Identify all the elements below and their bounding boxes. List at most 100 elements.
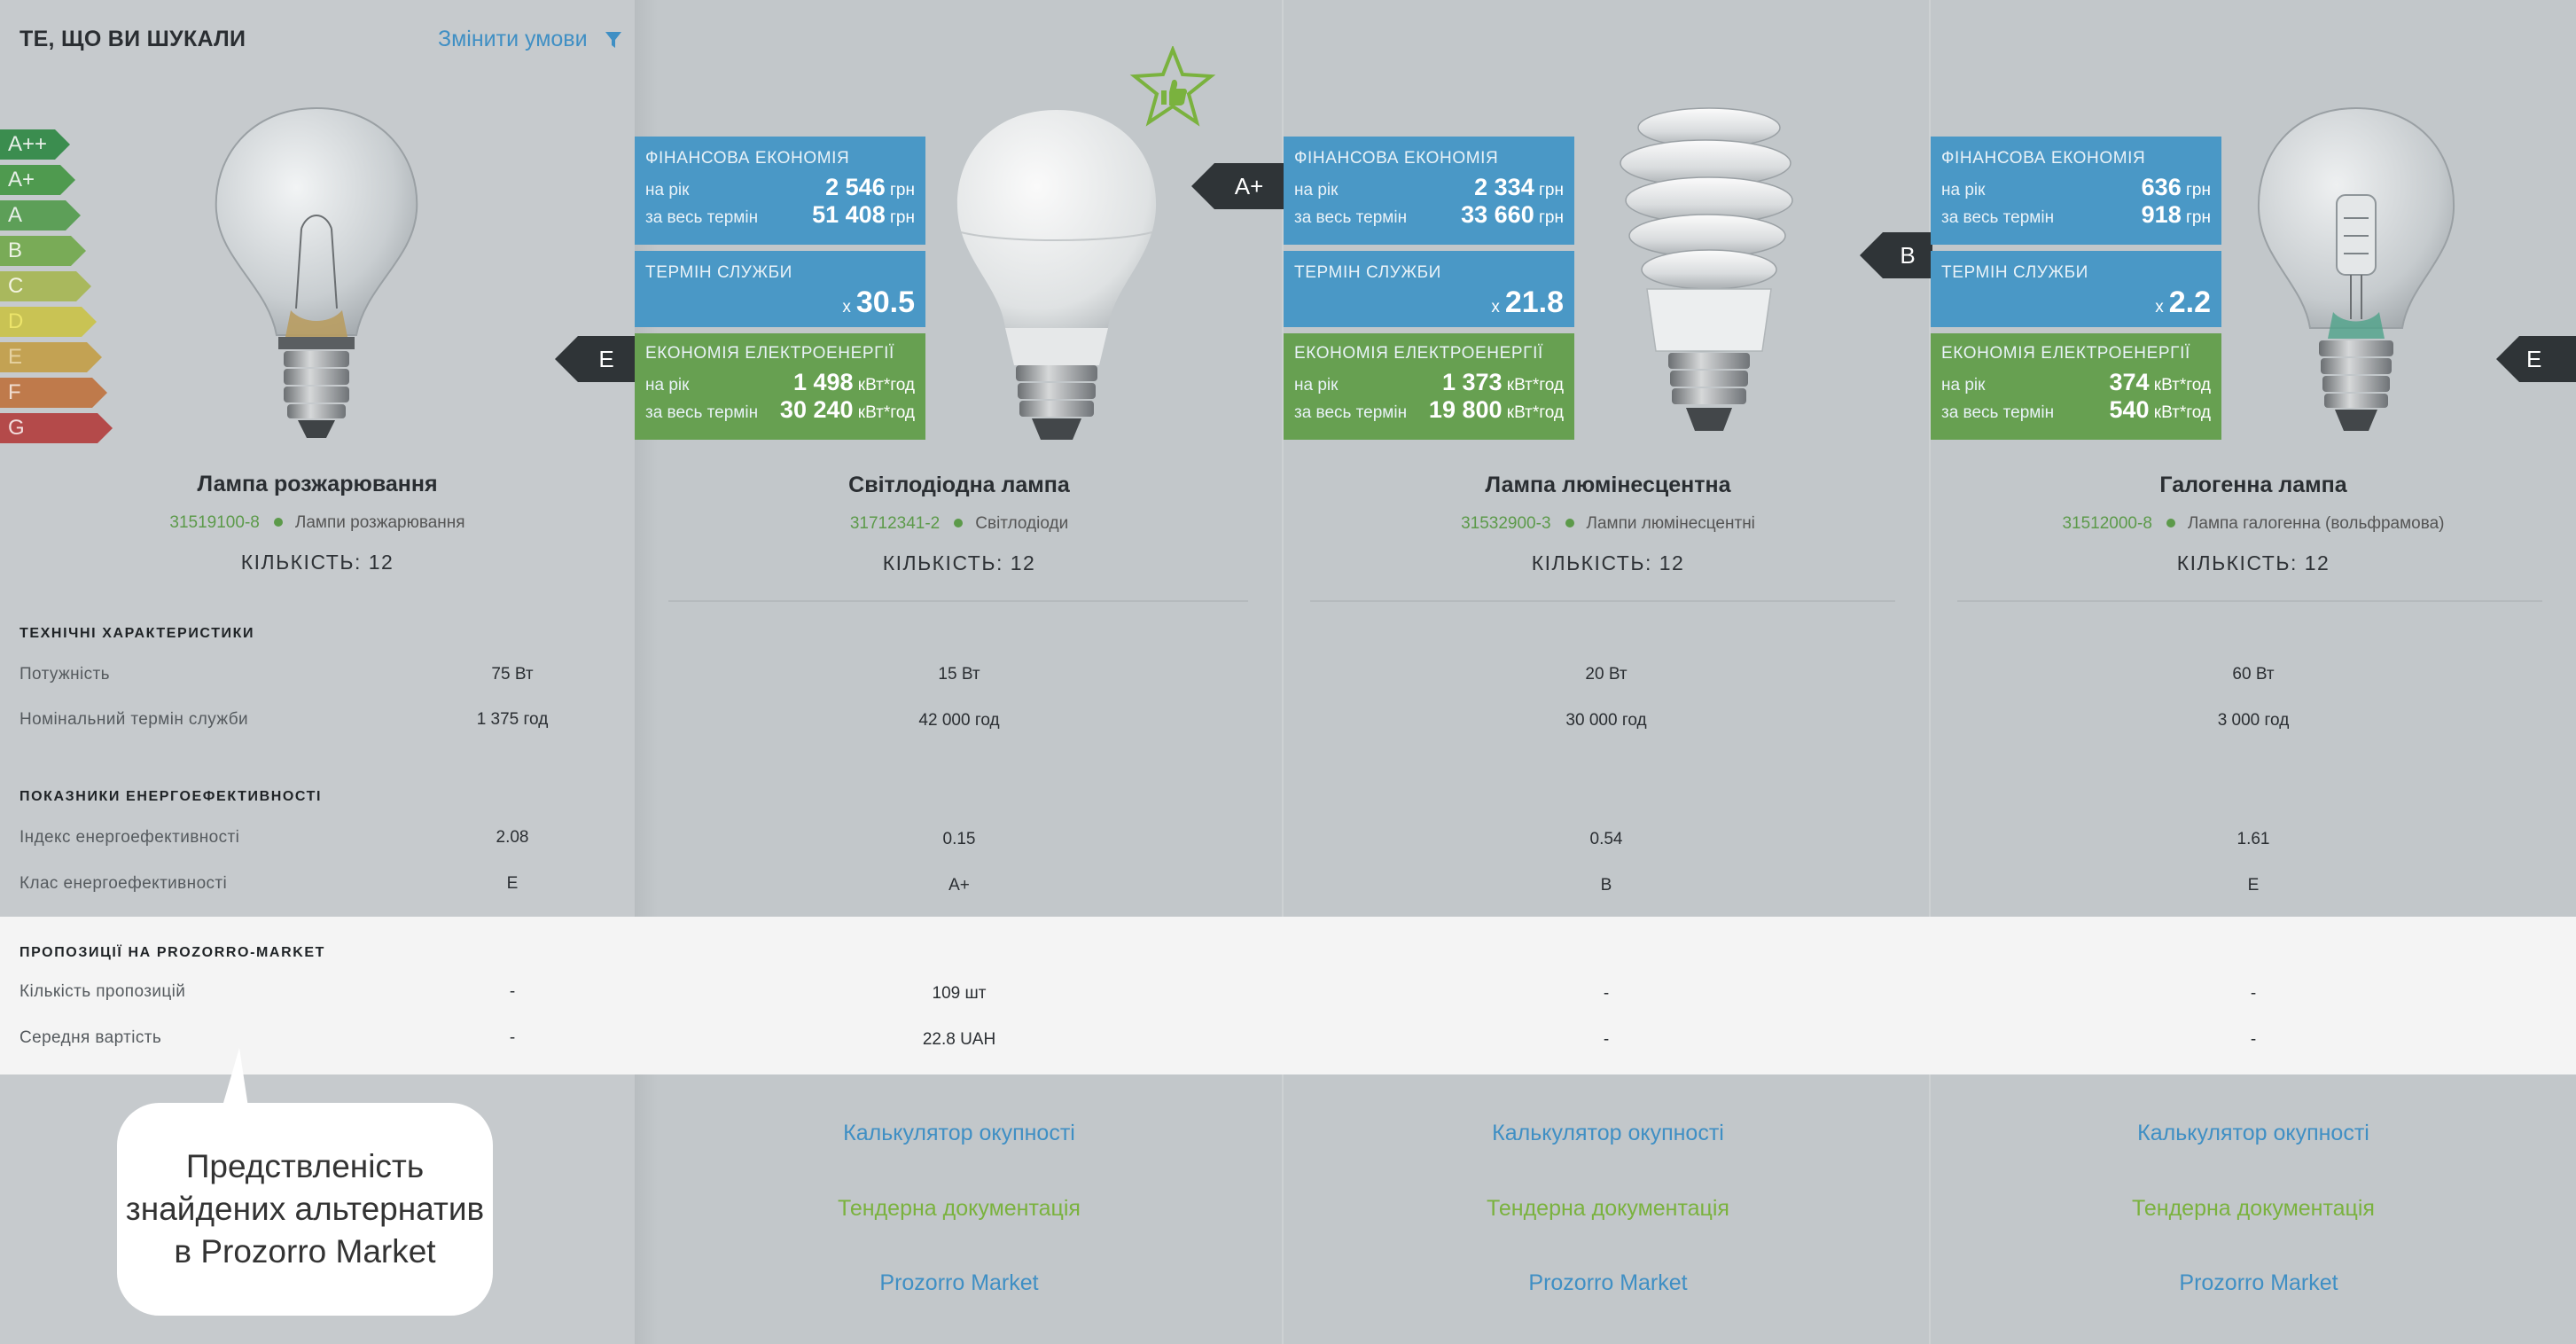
led-bulb-image [956, 110, 1157, 440]
cpv-code[interactable]: 31519100-8 [169, 513, 259, 532]
product-meta: 31519100-8 Лампи розжарювання [0, 513, 635, 533]
product-name: Лампа розжарювання [197, 472, 438, 496]
payback-calculator-link[interactable]: Калькулятор окупності [1284, 1121, 1932, 1146]
product-name: Лампа люмінесцентна [1485, 473, 1731, 497]
product-quantity: КІЛЬКІСТЬ: 12 [882, 551, 1036, 574]
spec-value-life: 30 000 год [1565, 711, 1647, 730]
per-year-label: на рік [645, 181, 690, 199]
spec-value-index: 0.54 [1589, 830, 1623, 848]
spec-value-index: 0.15 [942, 830, 976, 848]
service-life-label: ТЕРМІН СЛУЖБИ [645, 263, 792, 282]
cpv-code[interactable]: 31712341-2 [850, 514, 940, 533]
spec-label-life: Номінальний термін служби [20, 710, 249, 729]
prozorro-market-link[interactable]: Prozorro Market [1284, 1270, 1932, 1296]
product-meta: 31532900-3 Лампи люмінесцентні [1284, 514, 1932, 534]
electricity-savings-box: ЕКОНОМІЯ ЕЛЕКТРОЕНЕРГІЇ на рік 1 498 кВт*… [635, 333, 925, 440]
spec-value-class: E [2247, 876, 2260, 895]
electricity-savings-box: ЕКОНОМІЯ ЕЛЕКТРОЕНЕРГІЇ на рік 374 кВт*го… [1931, 333, 2221, 440]
electricity-savings-box: ЕКОНОМІЯ ЕЛЕКТРОЕНЕРГІЇ на рік 1 373 кВт*… [1284, 333, 1574, 440]
electricity-savings-label: ЕКОНОМІЯ ЕЛЕКТРОЕНЕРГІЇ [1294, 344, 1543, 363]
spec-value-offers: - [509, 982, 516, 1001]
service-life-label: ТЕРМІН СЛУЖБИ [1294, 263, 1441, 282]
energy-class-tag: A+ [1191, 163, 1284, 209]
financial-savings-box: ФІНАНСОВА ЕКОНОМІЯ на рік 2 546 грн за ве… [635, 137, 925, 245]
alternative-card-halogen: ФІНАНСОВА ЕКОНОМІЯ на рік 636 грн за весь… [1931, 0, 2576, 1344]
spec-value-avg-price: 22.8 UAH [922, 1030, 996, 1049]
service-life-box: ТЕРМІН СЛУЖБИ x 30.5 [635, 251, 925, 327]
payback-calculator-link[interactable]: Калькулятор окупності [1931, 1121, 2576, 1146]
service-life-box: ТЕРМІН СЛУЖБИ x 21.8 [1284, 251, 1574, 327]
alternative-card-led: ФІНАНСОВА ЕКОНОМІЯ на рік 2 546 грн за ве… [635, 0, 1284, 1344]
spec-value-power: 75 Вт [491, 665, 534, 684]
dot-separator [1565, 518, 1574, 527]
dot-separator [273, 517, 283, 527]
product-quantity: КІЛЬКІСТЬ: 12 [240, 551, 394, 574]
dot-separator [954, 518, 964, 527]
spec-value-offers: - [1603, 984, 1610, 1003]
financial-total: 918 [2141, 201, 2182, 228]
electricity-savings-label: ЕКОНОМІЯ ЕЛЕКТРОЕНЕРГІЇ [1941, 344, 2190, 363]
spec-value-power: 15 Вт [938, 665, 980, 684]
energy-class-tag: E [2500, 336, 2576, 382]
financial-total: 33 660 [1461, 201, 1534, 228]
divider [1310, 600, 1895, 602]
product-category: Лампи люмінесцентні [1586, 514, 1755, 533]
product-category: Світлодіоди [975, 514, 1069, 533]
spec-value-class: A+ [948, 876, 970, 895]
spec-value-avg-price: - [2250, 1030, 2257, 1049]
product-quantity: КІЛЬКІСТЬ: 12 [2176, 551, 2330, 574]
spec-label-index: Індекс енергоефективності [20, 828, 240, 847]
spec-value-class: E [506, 874, 519, 893]
electricity-total: 19 800 [1428, 396, 1503, 423]
spec-value-life: 3 000 год [2217, 711, 2290, 730]
spec-value-offers: 109 шт [932, 984, 987, 1003]
tender-documentation-link[interactable]: Тендерна документація [1931, 1196, 2576, 1222]
spec-value-offers: - [2250, 984, 2257, 1003]
tender-documentation-link[interactable]: Тендерна документація [635, 1196, 1284, 1222]
prozorro-market-link[interactable]: Prozorro Market [635, 1270, 1284, 1296]
spec-value-avg-price: - [1603, 1030, 1610, 1049]
financial-per-year: 2 334 [1474, 174, 1534, 200]
halogen-bulb-image [2257, 106, 2455, 431]
cpv-code[interactable]: 31512000-8 [2062, 514, 2151, 533]
recommended-star-icon [1129, 46, 1216, 127]
financial-total: 51 408 [812, 201, 886, 228]
spec-value-index: 2.08 [496, 828, 529, 847]
spec-value-power: 60 Вт [2232, 665, 2275, 684]
service-life-box: ТЕРМІН СЛУЖБИ x 2.2 [1931, 251, 2221, 327]
tooltip-line: Предствленість [185, 1148, 425, 1184]
service-life-multiplier: 30.5 [855, 285, 915, 319]
financial-per-year: 636 [2141, 174, 2182, 200]
payback-calculator-link[interactable]: Калькулятор окупності [635, 1121, 1284, 1146]
electricity-total: 30 240 [779, 396, 854, 423]
service-life-multiplier: 21.8 [1504, 285, 1564, 319]
cpv-code[interactable]: 31532900-3 [1461, 514, 1550, 533]
tender-documentation-link[interactable]: Тендерна документація [1284, 1196, 1932, 1222]
spec-label-power: Потужність [20, 665, 110, 684]
spec-value-class: B [1600, 876, 1612, 895]
product-name: Галогенна лампа [2159, 473, 2347, 497]
service-life-multiplier: 2.2 [2168, 285, 2211, 319]
spec-value-life: 42 000 год [918, 711, 1000, 730]
product-meta: 31712341-2 Світлодіоди [635, 514, 1284, 534]
service-life-label: ТЕРМІН СЛУЖБИ [1941, 263, 2088, 282]
financial-savings-label: ФІНАНСОВА ЕКОНОМІЯ [1941, 149, 2146, 168]
financial-savings-box: ФІНАНСОВА ЕКОНОМІЯ на рік 2 334 грн за ве… [1284, 137, 1574, 245]
prozorro-market-link[interactable]: Prozorro Market [1936, 1270, 2576, 1296]
fluorescent-bulb-image [1620, 107, 1793, 431]
section-energy-heading: ПОКАЗНИКИ ЕНЕРГОЕФЕКТИВНОСТІ [20, 789, 323, 804]
spec-label-offers: Кількість пропозицій [20, 982, 186, 1001]
product-quantity: КІЛЬКІСТЬ: 12 [1531, 551, 1685, 574]
spec-label-avg-price: Середня вартість [20, 1028, 162, 1047]
electricity-per-year: 374 [2109, 369, 2150, 395]
financial-per-year: 2 546 [825, 174, 886, 200]
product-category: Лампа галогенна (вольфрамова) [2187, 514, 2445, 533]
product-name: Світлодіодна лампа [848, 473, 1070, 497]
spec-value-life: 1 375 год [476, 710, 549, 729]
product-meta: 31512000-8 Лампа галогенна (вольфрамова) [1931, 514, 2576, 534]
product-category: Лампи розжарювання [294, 513, 465, 532]
spec-value-avg-price: - [509, 1028, 516, 1047]
tooltip-bubble: Предствленість знайдених альтернатив в P… [117, 1103, 493, 1316]
electricity-total: 540 [2109, 396, 2150, 423]
financial-savings-label: ФІНАНСОВА ЕКОНОМІЯ [645, 149, 850, 168]
